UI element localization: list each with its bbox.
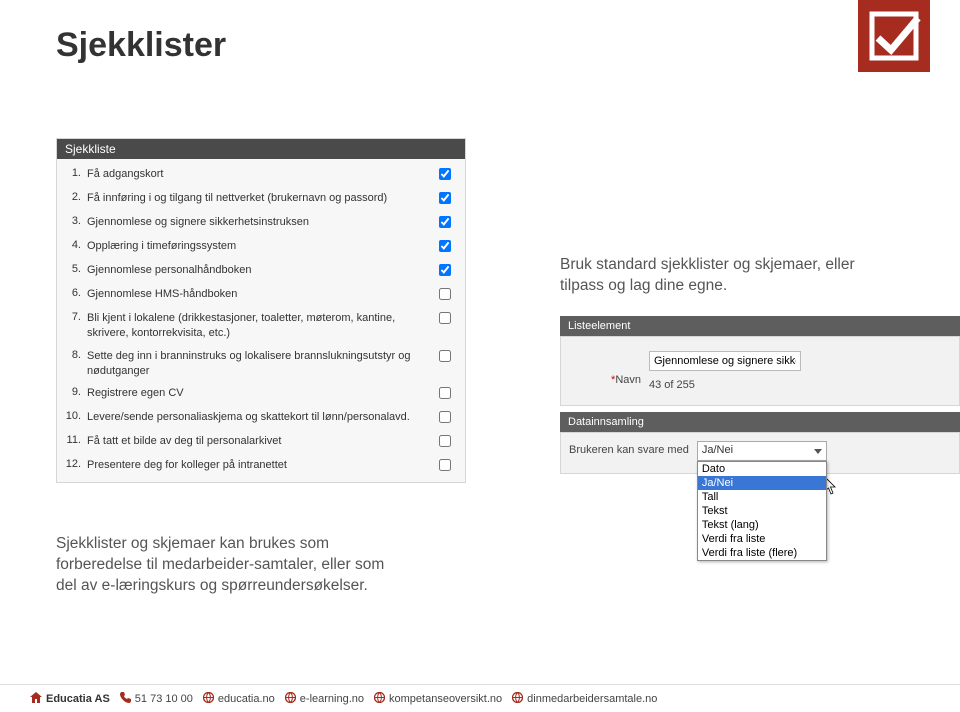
checklist-item: 8.Sette deg inn i branninstruks og lokal… (57, 345, 465, 383)
item-label: Opplæring i timeføringssystem (87, 239, 439, 254)
checklist-item: 7.Bli kjent i lokalene (drikkestasjoner,… (57, 307, 465, 345)
description-text-2: Sjekklister og skjemaer kan brukes som f… (56, 534, 396, 597)
item-label: Gjennomlese HMS-håndboken (87, 287, 439, 302)
footer-link[interactable]: e-learning.no (285, 692, 364, 706)
checklist-item: 9.Registrere egen CV (57, 382, 465, 406)
item-number: 1. (61, 167, 87, 179)
svar-selected-value[interactable]: Ja/Nei (697, 441, 827, 461)
checklist-item: 10.Levere/sende personaliaskjema og skat… (57, 406, 465, 430)
item-checkbox[interactable] (439, 264, 451, 276)
svar-select[interactable]: Ja/Nei DatoJa/NeiTallTekstTekst (lang)Ve… (697, 441, 827, 461)
page-title: Sjekklister (56, 26, 226, 65)
item-checkbox[interactable] (439, 216, 451, 228)
globe-icon (285, 692, 296, 706)
checkmark-logo-icon (858, 0, 930, 72)
item-number: 9. (61, 386, 87, 398)
item-number: 7. (61, 311, 87, 323)
footer-link[interactable]: kompetanseoversikt.no (374, 692, 502, 706)
char-count: 43 of 255 (649, 379, 951, 391)
item-number: 5. (61, 263, 87, 275)
checklist-item: 11.Få tatt et bilde av deg til personala… (57, 430, 465, 454)
footer-company: Educatia AS (30, 692, 110, 706)
checklist-item: 5.Gjennomlese personalhåndboken (57, 259, 465, 283)
item-number: 6. (61, 287, 87, 299)
navn-input[interactable] (649, 351, 801, 371)
checklist-item: 2.Få innføring i og tilgang til nettverk… (57, 187, 465, 211)
dropdown-option[interactable]: Tekst (lang) (698, 518, 826, 532)
cursor-icon (825, 477, 841, 500)
item-label: Gjennomlese personalhåndboken (87, 263, 439, 278)
phone-icon (120, 692, 131, 706)
item-label: Levere/sende personaliaskjema og skattek… (87, 410, 439, 425)
svar-prompt-label: Brukeren kan svare med (569, 441, 697, 456)
item-number: 10. (61, 410, 87, 422)
checklist-item: 6.Gjennomlese HMS-håndboken (57, 283, 465, 307)
item-checkbox[interactable] (439, 240, 451, 252)
svar-dropdown[interactable]: DatoJa/NeiTallTekstTekst (lang)Verdi fra… (697, 461, 827, 561)
dropdown-option[interactable]: Ja/Nei (698, 476, 826, 490)
datainnsamling-header: Datainnsamling (560, 412, 960, 432)
item-checkbox[interactable] (439, 192, 451, 204)
item-checkbox[interactable] (439, 168, 451, 180)
checklist-panel: Sjekkliste 1.Få adgangskort2.Få innførin… (56, 138, 466, 483)
dropdown-option[interactable]: Tekst (698, 504, 826, 518)
navn-label: *Navn (569, 356, 649, 386)
checklist-item: 4.Opplæring i timeføringssystem (57, 235, 465, 259)
description-text-1: Bruk standard sjekklister og skjemaer, e… (560, 255, 900, 297)
item-number: 11. (61, 434, 87, 446)
footer-link[interactable]: dinmedarbeidersamtale.no (512, 692, 657, 706)
checklist-item: 1.Få adgangskort (57, 163, 465, 187)
checklist-header: Sjekkliste (57, 139, 465, 159)
dropdown-option[interactable]: Dato (698, 462, 826, 476)
globe-icon (374, 692, 385, 706)
item-number: 2. (61, 191, 87, 203)
item-checkbox[interactable] (439, 411, 451, 423)
item-label: Presentere deg for kolleger på intranett… (87, 458, 439, 473)
checklist-item: 12.Presentere deg for kolleger på intran… (57, 454, 465, 478)
item-number: 8. (61, 349, 87, 361)
checklist-list: 1.Få adgangskort2.Få innføring i og tilg… (57, 159, 465, 482)
item-label: Få tatt et bilde av deg til personalarki… (87, 434, 439, 449)
item-number: 3. (61, 215, 87, 227)
item-label: Få adgangskort (87, 167, 439, 182)
home-icon (30, 692, 42, 706)
item-checkbox[interactable] (439, 387, 451, 399)
checklist-item: 3.Gjennomlese og signere sikkerhetsinstr… (57, 211, 465, 235)
globe-icon (203, 692, 214, 706)
item-label: Få innføring i og tilgang til nettverket… (87, 191, 439, 206)
dropdown-option[interactable]: Verdi fra liste (flere) (698, 546, 826, 560)
listeelement-header: Listeelement (560, 316, 960, 336)
footer-phone: 51 73 10 00 (120, 692, 193, 706)
listeelement-panel: Listeelement *Navn 43 of 255 Datainnsaml… (560, 316, 960, 474)
footer-link[interactable]: educatia.no (203, 692, 275, 706)
item-checkbox[interactable] (439, 459, 451, 471)
item-number: 4. (61, 239, 87, 251)
item-checkbox[interactable] (439, 435, 451, 447)
item-label: Registrere egen CV (87, 386, 439, 401)
item-checkbox[interactable] (439, 288, 451, 300)
item-label: Sette deg inn i branninstruks og lokalis… (87, 349, 439, 379)
footer: Educatia AS 51 73 10 00 educatia.no e-lea… (0, 684, 960, 712)
dropdown-option[interactable]: Verdi fra liste (698, 532, 826, 546)
dropdown-option[interactable]: Tall (698, 490, 826, 504)
item-label: Gjennomlese og signere sikkerhetsinstruk… (87, 215, 439, 230)
item-checkbox[interactable] (439, 350, 451, 362)
item-number: 12. (61, 458, 87, 470)
item-label: Bli kjent i lokalene (drikkestasjoner, t… (87, 311, 439, 341)
item-checkbox[interactable] (439, 312, 451, 324)
globe-icon (512, 692, 523, 706)
